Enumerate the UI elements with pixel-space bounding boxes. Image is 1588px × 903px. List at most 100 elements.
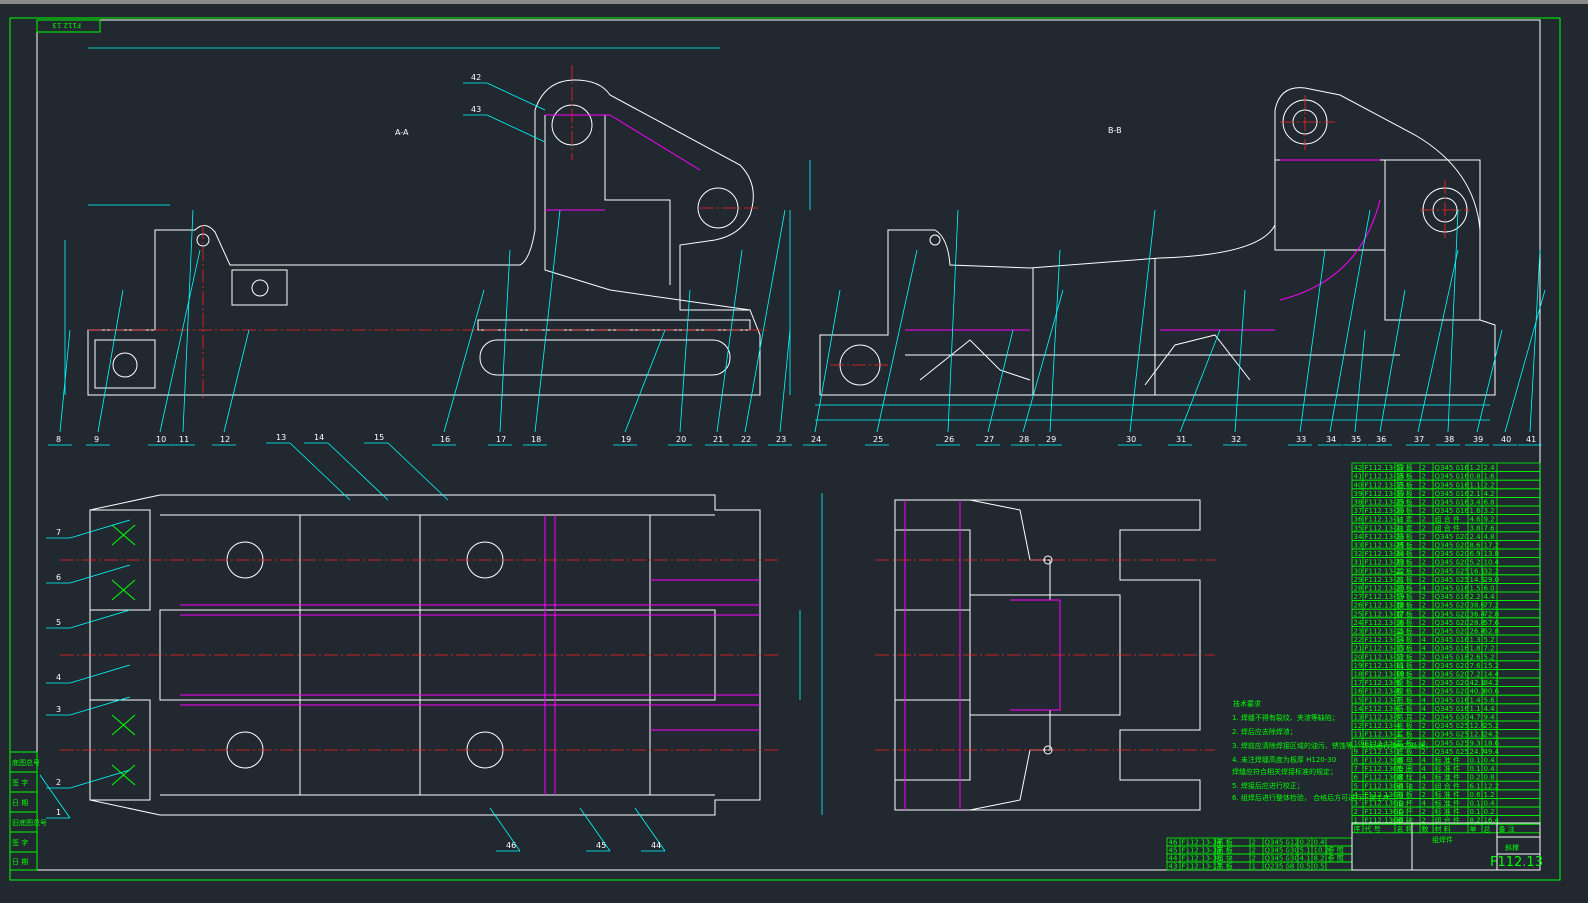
bom-cell: Q345 δ16 [1435,464,1470,472]
bom-cell: 备 注 [1499,824,1515,833]
bom-cell: 2 [1422,739,1426,747]
svg-text:28: 28 [1019,435,1029,444]
bom-cell: 吊 板 [1217,862,1233,871]
bom-cell: 12 [1354,722,1363,730]
bom-cell: 2 [1422,464,1426,472]
bom-cell: 4.4 [1484,705,1496,713]
bom-cell: 1.2 [1484,791,1495,799]
section-view-a-a[interactable]: A-A [64,47,811,400]
bom-row: 20 F112.13-12筋 板 2 Q345 δ16 2.6 5.2 [1351,651,1541,661]
bom-row: 13 F112.13-5吊 耳 2 Q345 δ30 4.7 9.4 [1351,712,1541,722]
bom-row: 16 F112.13-8腹 板 2 Q345 δ20 40.380.6 [1351,686,1541,696]
svg-text:19: 19 [621,435,631,444]
svg-text:44: 44 [651,841,661,850]
bom-cell: 9.4 [1484,714,1496,722]
bom-row: 22 F112.13-14筋 板 4 Q345 δ16 1.3 5.2 [1351,634,1541,644]
balloon-40: 40 [1493,289,1546,446]
bom-cell: 2 [1422,473,1426,481]
bom-cell: 2.4 [1484,464,1496,472]
bom-cell: F112.13-33 [1182,847,1222,855]
balloon-7: 7 [46,519,131,539]
plan-view-left[interactable] [60,493,823,816]
svg-text:日 期: 日 期 [12,858,28,866]
svg-text:底图总号: 底图总号 [12,758,40,767]
bom-row: 18 F112.13-10隔 板 2 Q345 δ20 7.2 14.4 [1351,669,1541,679]
balloon-27: 27 [976,329,1014,446]
balloon-29: 29 [1038,249,1062,446]
balloon-34: 34 [1318,209,1371,446]
svg-text:33: 33 [1296,435,1306,444]
bom-cell: 27 [1354,593,1363,601]
cad-drawing-sheet[interactable]: F112.13 底图总号 签 字 日 期 旧底图总号 签 字 日 期 A-A B… [0,0,1588,903]
bom-row: 29 F112.13-21盖 板 2 Q345 δ25 14.529.0 [1351,574,1541,584]
parts-list-table-bottom[interactable]: 46 F112.13-34筋 板 2 Q345 δ12 0.2 0.445 F112.13-… [1166,838,1353,871]
bom-row: 26 F112.13-18腹 板 2 Q345 δ20 38.677.2 [1351,600,1541,610]
bom-cell: 1.6 [1470,507,1482,515]
bom-cell: 标 准 件 [1435,773,1460,782]
bom-row: 14 F112.13-6筋 板 4 Q345 δ16 1.1 4.4 [1351,703,1541,713]
svg-text:17: 17 [496,435,506,444]
bom-cell: 3 [1354,800,1358,808]
balloon-19: 19 [613,329,666,446]
bom-cell: 2 [1422,688,1426,696]
bom-cell: 2 [1422,542,1426,550]
bom-cell: 2 [1422,507,1426,515]
bom-cell: 8 [1354,757,1358,765]
balloon-20: 20 [668,289,692,446]
bom-cell: 2 [1422,559,1426,567]
svg-text:37: 37 [1414,435,1424,444]
bom-cell: 15 [1354,696,1363,704]
bom-cell: 盖 板 [1397,627,1413,636]
bom-cell: Q345 δ30 [1265,855,1299,863]
bom-row: 34 F112.13-26筋 板 2 Q345 δ20 2.4 4.8 [1351,531,1541,541]
bom-cell: 0.6 [1470,791,1482,799]
balloon-16: 16 [432,289,485,446]
bom-cell: 3.4 [1470,499,1482,507]
bom-cell: 总 [1484,824,1491,833]
bom-cell: 2 [1422,576,1426,584]
bom-cell: 39 [1354,490,1363,498]
svg-text:1. 焊缝不得有裂纹、夹渣等缺陷；: 1. 焊缝不得有裂纹、夹渣等缺陷； [1232,713,1339,722]
bom-cell: 隔 板 [1397,541,1413,550]
bom-cell: 0.4 [1484,757,1496,765]
balloon-38: 38 [1436,209,1460,446]
balloon-36: 36 [1368,289,1406,446]
bom-cell: 11 [1354,731,1363,739]
bom-cell: 2 [1422,567,1426,575]
bom-cell: Q345 δ16 [1435,507,1470,515]
balloon-22: 22 [733,209,786,446]
bom-cell: 8.2 [1314,855,1325,863]
bom-cell: 7 [1354,765,1358,773]
plan-view-right[interactable] [875,499,1215,811]
bom-cell: 2 [1422,524,1426,532]
svg-text:40: 40 [1501,435,1511,444]
bom-cell: 4.2 [1484,490,1495,498]
svg-text:22: 22 [741,435,751,444]
bom-cell: Q345 δ16 [1435,696,1470,704]
bom-cell: 9.2 [1484,516,1495,524]
balloon-44: 44 [634,807,666,852]
bom-cell: 7.2 [1470,671,1481,679]
section-view-b-b[interactable]: B-B [815,87,1496,421]
bom-row: 5 F112.13GB销 轴2组 合 件 6.1 12.2 [1351,780,1541,790]
bom-cell: 16 [1354,688,1363,696]
bom-cell: 7.6 [1470,662,1482,670]
bom-cell: 5.2 [1484,653,1495,661]
bom-cell: 0.4 [1484,765,1496,773]
bom-cell: Q345 δ25 [1435,739,1469,747]
bom-cell: 3.8 [1470,524,1481,532]
parts-list-table[interactable]: 42 F112.13-12筋 板 2 Q345 δ16 1.2 2.441 F112.13-… [1351,462,1541,833]
side-signature-column: 底图总号 签 字 日 期 旧底图总号 签 字 日 期 [9,751,47,871]
svg-text:29: 29 [1046,435,1056,444]
bom-cell: 1.6 [1484,473,1496,481]
bom-row: 38 F112.13-29筋 板 2 Q345 δ16 3.4 6.8 [1351,496,1541,507]
bom-row: 32 F112.13-24隔 板 2 Q345 δ20 6.9 13.8 [1351,548,1541,558]
bom-cell: 标 准 件 [1435,807,1460,816]
bom-header: 序代 号 名 称数材 料 单总备 注 [1351,823,1541,833]
bom-cell: 45 [1169,847,1178,855]
svg-text:旧底图总号: 旧底图总号 [12,818,47,827]
bom-cell: 0.8 [1470,473,1481,481]
bom-cell: Q345 δ25 [1435,722,1469,730]
bom-cell: 标 准 件 [1435,799,1460,808]
bom-cell: Q345 δ20 [1435,533,1469,541]
